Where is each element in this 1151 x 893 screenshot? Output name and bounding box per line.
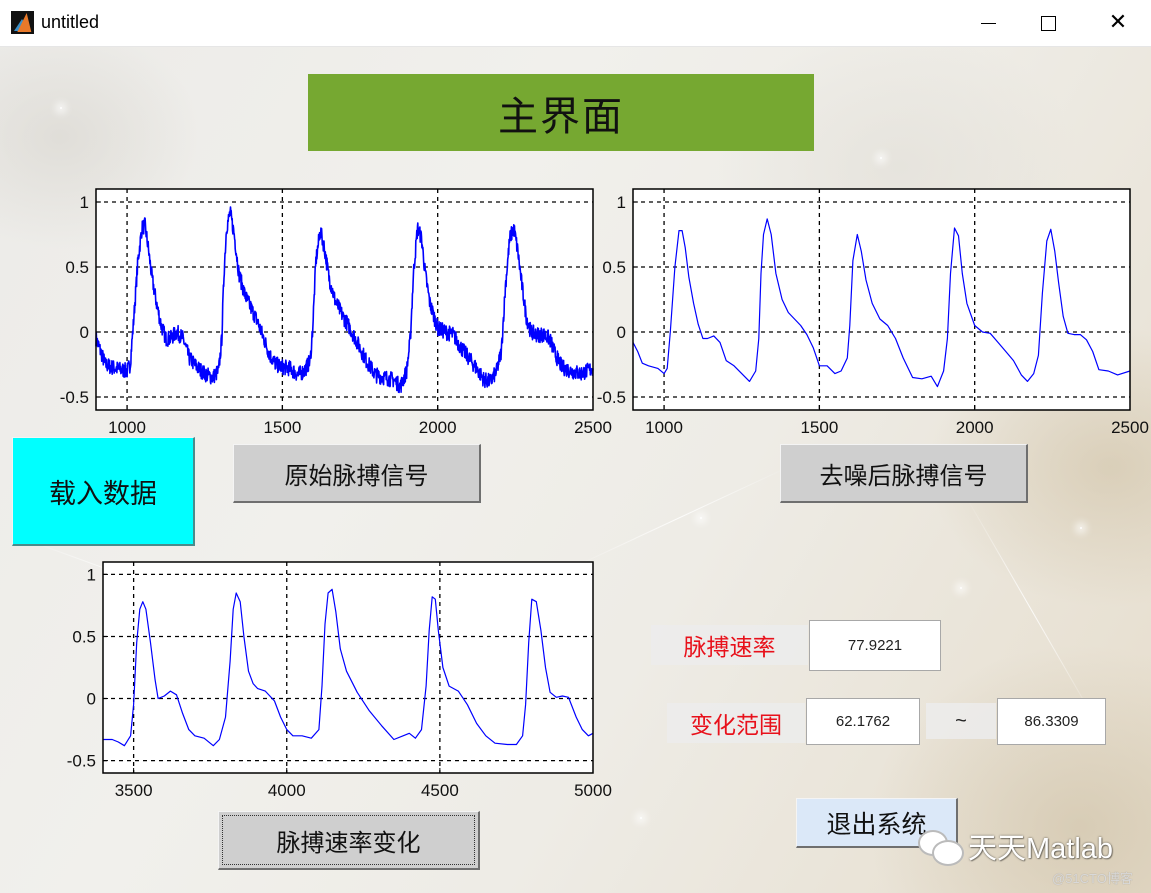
background-sparkle (60, 107, 62, 109)
pulse-rate-label: 脉搏速率 (651, 625, 808, 665)
exit-label: 退出系统 (826, 809, 927, 839)
page-title: 主界面 (498, 93, 624, 140)
pulse-rate-change-label: 脉搏速率变化 (276, 828, 421, 857)
y-tick-label: -0.5 (597, 388, 626, 407)
x-tick-label: 1000 (645, 418, 683, 437)
window-titlebar: untitled ✕ (0, 0, 1151, 47)
raw-signal-button[interactable]: 原始脉搏信号 (233, 444, 481, 503)
header-panel: 主界面 (308, 74, 814, 151)
range-max-field[interactable]: 86.3309 (997, 698, 1106, 745)
x-tick-label: 2000 (956, 418, 994, 437)
x-tick-label: 3500 (115, 781, 153, 800)
pulse-rate-value: 77.9221 (847, 637, 903, 654)
range-min-field[interactable]: 62.1762 (806, 698, 920, 745)
wechat-icon (918, 828, 964, 866)
watermark-source: @51CTO博客 (1052, 871, 1133, 886)
y-tick-label: 0 (80, 323, 89, 342)
maximize-button[interactable] (1018, 0, 1078, 46)
plot-area (633, 189, 1130, 410)
plot-area (96, 189, 593, 410)
x-tick-label: 1500 (263, 418, 301, 437)
pulse-rate-label-text: 脉搏速率 (683, 635, 776, 661)
close-button[interactable]: ✕ (1088, 0, 1148, 46)
y-tick-label: 0 (617, 323, 626, 342)
x-tick-label: 4500 (421, 781, 459, 800)
range-separator: ~ (926, 703, 996, 739)
y-tick-label: -0.5 (60, 388, 89, 407)
y-tick-label: 1 (87, 565, 96, 584)
background-sparkle (880, 157, 882, 159)
watermark: 天天Matlab (918, 825, 1113, 867)
range-min-value: 62.1762 (835, 713, 891, 730)
background-streak (964, 494, 1096, 721)
background-sparkle (960, 587, 962, 589)
matlab-icon (11, 11, 34, 34)
load-data-label: 载入数据 (49, 478, 157, 510)
y-tick-label: 0.5 (602, 258, 626, 277)
x-tick-label: 2500 (1111, 418, 1149, 437)
raw-signal-label: 原始脉搏信号 (284, 461, 429, 490)
minimize-button[interactable] (958, 0, 1018, 46)
x-tick-label: 4000 (268, 781, 306, 800)
minimize-icon (980, 22, 996, 24)
x-tick-label: 1000 (108, 418, 146, 437)
window-title: untitled (41, 12, 100, 32)
range-label-text: 变化范围 (690, 713, 782, 739)
chart-denoised: 1000 1500 2000 2500 -0.5 0 0.5 1 (597, 188, 1149, 437)
pulse-rate-field[interactable]: 77.9221 (809, 620, 941, 671)
y-tick-label: 0 (87, 690, 96, 709)
y-tick-label: 1 (617, 193, 626, 212)
denoised-signal-button[interactable]: 去噪后脉搏信号 (780, 444, 1028, 503)
range-label: 变化范围 (667, 703, 805, 743)
plot-area (103, 562, 593, 773)
chart-raw: 1000 1500 2000 2500 -0.5 0 0.5 1 (60, 188, 612, 437)
maximize-icon (1040, 15, 1056, 31)
background-sparkle (640, 817, 642, 819)
x-tick-label: 5000 (574, 781, 612, 800)
y-tick-label: 0.5 (72, 627, 96, 646)
y-tick-label: -0.5 (67, 752, 96, 771)
pulse-rate-change-button[interactable]: 脉搏速率变化 (218, 811, 480, 870)
x-tick-label: 2500 (574, 418, 612, 437)
chart-rate: 3500 4000 4500 5000 -0.5 0 0.5 1 (67, 561, 612, 800)
pulse-rate-axes: 3500 4000 4500 5000 -0.5 0 0.5 1 (67, 561, 612, 800)
denoised-signal-label: 去噪后脉搏信号 (819, 461, 988, 490)
figure-canvas: 主界面 1000 1500 2000 2500 -0.5 0 0.5 1 1000 1500 20… (0, 47, 1151, 893)
watermark-text: 天天Matlab (968, 833, 1114, 865)
load-data-button[interactable]: 载入数据 (12, 437, 195, 546)
range-max-value: 86.3309 (1024, 713, 1079, 730)
range-separator-text: ~ (955, 709, 967, 732)
x-tick-label: 2000 (419, 418, 457, 437)
x-tick-label: 1500 (800, 418, 838, 437)
background-sparkle (1080, 527, 1082, 529)
close-icon: ✕ (1108, 10, 1128, 35)
denoised-signal-axes: 1000 1500 2000 2500 -0.5 0 0.5 1 (597, 188, 1149, 437)
raw-signal-axes: 1000 1500 2000 2500 -0.5 0 0.5 1 (60, 188, 612, 437)
background-streak (571, 466, 789, 569)
y-tick-label: 1 (80, 193, 89, 212)
y-tick-label: 0.5 (65, 258, 89, 277)
background-sparkle (700, 517, 702, 519)
